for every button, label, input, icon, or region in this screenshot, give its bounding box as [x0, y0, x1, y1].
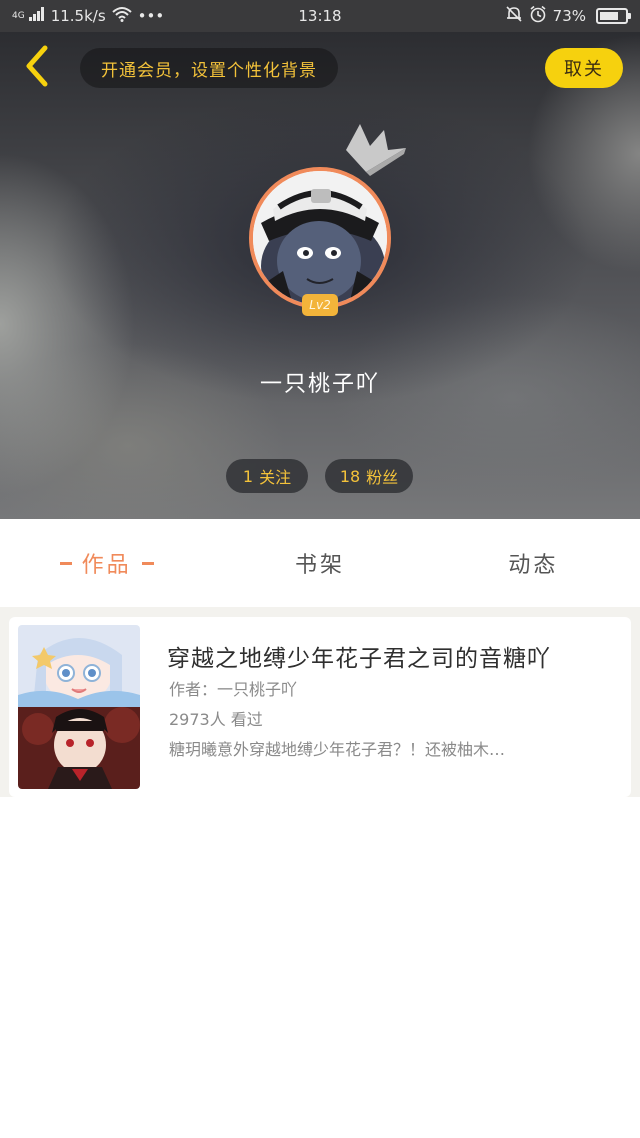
following-label: 关注 [259, 468, 292, 487]
following-pill[interactable]: 1 关注 [226, 459, 308, 493]
profile-header: 开通会员，设置个性化背景 取关 Lv2 一只桃子吖 1 关注 18 粉丝 [0, 32, 640, 519]
work-title[interactable]: 穿越之地缚少年花子君之司的音糖吖 [167, 639, 551, 673]
tab-works[interactable]: 作品 [0, 519, 213, 607]
tab-activity[interactable]: 动态 [427, 519, 640, 607]
fans-count: 18 [339, 466, 361, 486]
battery-percent: 73% [552, 7, 586, 25]
tab-indicator-left [59, 561, 72, 565]
level-badge: Lv2 [302, 294, 338, 316]
following-count: 1 [242, 466, 254, 486]
avatar-image [253, 171, 387, 305]
chevron-left-icon [21, 44, 51, 92]
status-bar: 4G 11.5k/s ••• 13:18 73% [0, 0, 640, 32]
fans-label: 粉丝 [366, 468, 399, 487]
tab-works-label: 作品 [81, 553, 132, 578]
tab-activity-label: 动态 [508, 553, 559, 578]
signal-icon [28, 7, 45, 25]
status-left: 4G 11.5k/s ••• [12, 6, 164, 26]
battery-fill [600, 12, 618, 20]
username: 一只桃子吖 [259, 372, 380, 397]
tab-indicator-right [141, 561, 154, 565]
fans-pill[interactable]: 18 粉丝 [325, 459, 413, 493]
tab-bookshelf-label: 书架 [294, 553, 345, 578]
work-card[interactable]: 穿越之地缚少年花子君之司的音糖吖 作者：一只桃子吖 2973人 看过 糖玥曦意外… [9, 617, 631, 797]
avatar[interactable] [249, 167, 391, 309]
network-type: 4G [12, 10, 25, 21]
more-dots: ••• [137, 7, 165, 25]
alarm-icon [529, 5, 547, 27]
network-speed: 11.5k/s [50, 7, 106, 25]
avatar-frame [249, 167, 391, 309]
wifi-icon [112, 6, 132, 26]
back-button[interactable] [14, 44, 58, 92]
work-cover-image [18, 625, 140, 789]
work-cover[interactable] [18, 625, 140, 789]
tab-bookshelf[interactable]: 书架 [213, 519, 426, 607]
work-description: 糖玥曦意外穿越地缚少年花子君？！还被柚木… [169, 740, 506, 759]
battery-icon [596, 8, 631, 24]
unfollow-button[interactable]: 取关 [545, 48, 623, 88]
vip-banner[interactable]: 开通会员，设置个性化背景 [80, 48, 338, 88]
tab-bar: 作品 书架 动态 [0, 519, 640, 607]
work-views: 2973人 看过 [169, 710, 263, 729]
mute-bell-icon [505, 5, 523, 27]
work-author: 作者：一只桃子吖 [169, 680, 298, 699]
status-right: 73% [505, 5, 631, 27]
divider [0, 607, 640, 617]
